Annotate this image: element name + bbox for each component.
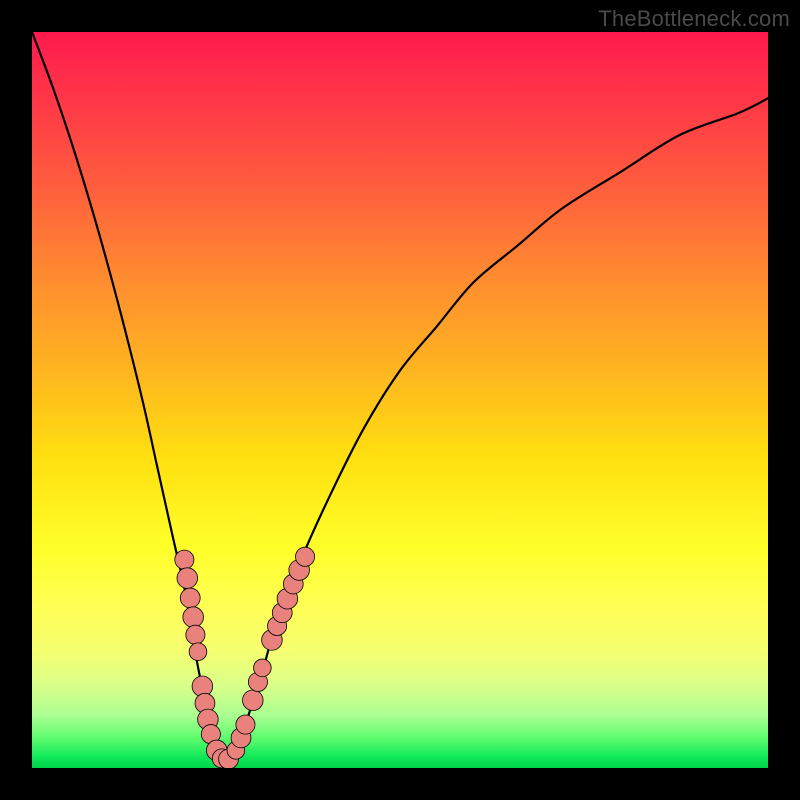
bead [254,659,272,677]
bottleneck-curve [32,32,768,761]
bead [236,715,255,734]
bead [189,643,207,661]
bead [175,550,194,569]
bead [243,690,264,711]
bead [180,588,200,608]
beads-left [175,550,232,768]
watermark-text: TheBottleneck.com [598,6,790,32]
bead [183,607,204,628]
curve-layer [32,32,768,768]
plot-area [32,32,768,768]
chart-frame: TheBottleneck.com [0,0,800,800]
bead [177,568,198,589]
bead [186,625,205,644]
bead [295,547,314,566]
